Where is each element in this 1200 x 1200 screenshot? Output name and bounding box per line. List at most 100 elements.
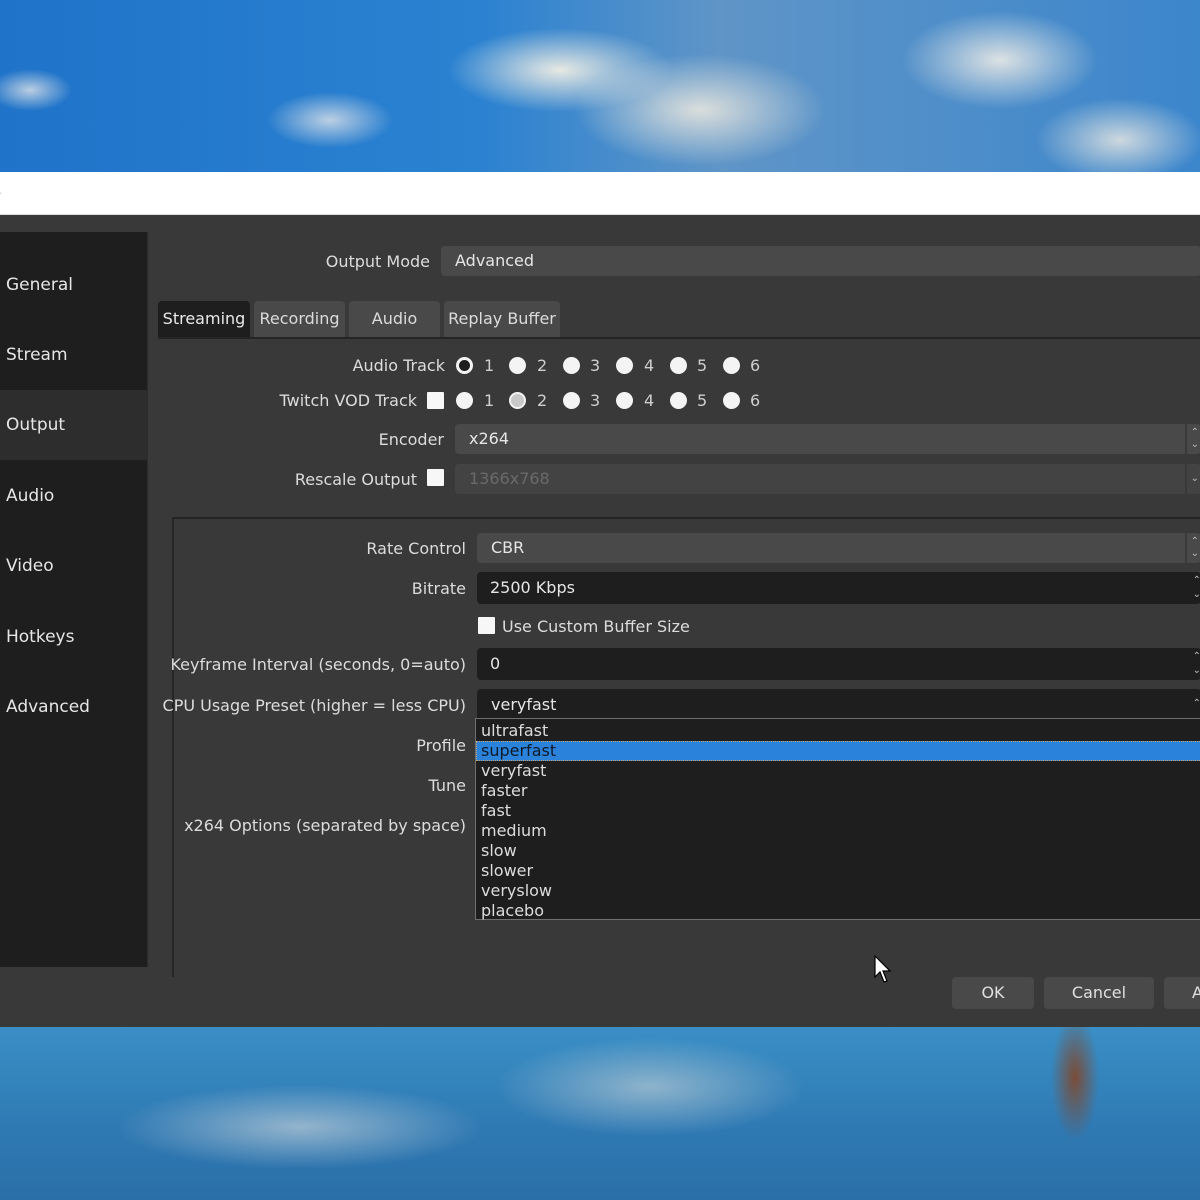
settings-sidebar: General Stream Output Audio Video Hotkey… <box>0 232 148 967</box>
twitch-vod-track-label: Twitch VOD Track <box>279 391 417 410</box>
vod-track-radio-4[interactable] <box>616 392 633 409</box>
sidebar-item-label: Stream <box>6 345 68 365</box>
dropdown-option-placebo[interactable]: placebo <box>476 901 1200 921</box>
custom-buffer-label: Use Custom Buffer Size <box>502 617 690 636</box>
keyframe-interval-value: 0 <box>490 654 501 673</box>
rescale-output-label: Rescale Output <box>294 470 417 489</box>
encoder-arrows: ⌃ ⌄ <box>1185 424 1200 454</box>
dropdown-option-slow[interactable]: slow <box>476 841 1200 861</box>
audio-track-number: 1 <box>484 356 495 375</box>
tab-replay-buffer[interactable]: Replay Buffer <box>444 301 560 337</box>
profile-label: Profile <box>416 736 466 755</box>
tune-label: Tune <box>428 776 466 795</box>
tab-label: Replay Buffer <box>448 309 556 328</box>
cpu-preset-label: CPU Usage Preset (higher = less CPU) <box>162 696 466 715</box>
tab-label: Audio <box>371 309 418 328</box>
audio-track-radio-1[interactable] <box>456 357 473 374</box>
tab-streaming[interactable]: Streaming <box>158 301 250 337</box>
rate-control-arrows: ⌃ ⌄ <box>1185 533 1200 563</box>
chevron-up-icon: ⌃ <box>1190 427 1199 438</box>
chevron-up-icon: ⌃ <box>1190 536 1199 547</box>
audio-track-number: 3 <box>590 356 601 375</box>
spin-up-icon[interactable]: ⌃ <box>1193 576 1200 586</box>
tab-audio[interactable]: Audio <box>349 301 440 337</box>
chevron-down-icon: ⌄ <box>1190 473 1199 484</box>
dropdown-option-fast[interactable]: fast <box>476 801 1200 821</box>
desktop-wallpaper-top <box>0 0 1200 172</box>
cancel-button[interactable]: Cancel <box>1044 977 1154 1009</box>
spin-down-icon[interactable]: ⌄ <box>1193 666 1200 676</box>
encoder-select[interactable]: x264 ⌃ ⌄ <box>455 424 1200 454</box>
bitrate-value: 2500 Kbps <box>490 578 575 597</box>
tab-divider <box>158 337 1200 339</box>
vod-track-number: 6 <box>750 391 761 410</box>
chevron-up-icon: ⌃ <box>1192 698 1200 709</box>
output-mode-value: Advanced <box>455 251 535 270</box>
audio-track-number: 4 <box>644 356 655 375</box>
dropdown-option-veryfast[interactable]: veryfast <box>476 761 1200 781</box>
rescale-output-checkbox[interactable] <box>427 469 444 486</box>
audio-track-radio-6[interactable] <box>723 357 740 374</box>
custom-buffer-checkbox[interactable] <box>478 617 495 634</box>
sidebar-item-hotkeys[interactable]: Hotkeys <box>0 602 147 672</box>
rescale-resolution-value: 1366x768 <box>469 469 550 488</box>
vod-track-number: 2 <box>537 391 548 410</box>
keyframe-interval-spinbox[interactable]: 0 ⌃ ⌄ <box>477 648 1200 680</box>
output-mode-label: Output Mode <box>325 252 430 271</box>
rate-control-label: Rate Control <box>366 539 466 558</box>
vod-track-radio-6[interactable] <box>723 392 740 409</box>
vod-track-radio-3[interactable] <box>563 392 580 409</box>
encoder-label: Encoder <box>378 430 444 449</box>
rate-control-select[interactable]: CBR ⌃ ⌄ <box>477 533 1200 563</box>
sidebar-item-advanced[interactable]: Advanced <box>0 672 147 742</box>
vod-track-radio-2[interactable] <box>509 392 526 409</box>
output-mode-select[interactable]: Advanced <box>441 246 1200 276</box>
vod-track-radio-5[interactable] <box>670 392 687 409</box>
spin-up-icon[interactable]: ⌃ <box>1193 652 1200 662</box>
sidebar-item-audio[interactable]: Audio <box>0 461 147 531</box>
audio-track-radio-5[interactable] <box>670 357 687 374</box>
audio-track-radio-3[interactable] <box>563 357 580 374</box>
settings-window: General Stream Output Audio Video Hotkey… <box>0 215 1200 1027</box>
audio-track-radio-4[interactable] <box>616 357 633 374</box>
dropdown-option-veryslow[interactable]: veryslow <box>476 881 1200 901</box>
encoder-value: x264 <box>469 429 510 448</box>
sidebar-item-general[interactable]: General <box>0 250 147 320</box>
dropdown-option-superfast[interactable]: superfast <box>476 741 1200 761</box>
vod-track-number: 5 <box>697 391 708 410</box>
sidebar-item-label: General <box>6 275 73 295</box>
rescale-resolution-select: 1366x768 ⌄ <box>455 464 1200 494</box>
vod-track-radio-1[interactable] <box>456 392 473 409</box>
sidebar-item-video[interactable]: Video <box>0 531 147 601</box>
audio-track-number: 2 <box>537 356 548 375</box>
cpu-preset-select[interactable]: veryfast ⌃ <box>477 689 1200 721</box>
bitrate-spinbox[interactable]: 2500 Kbps ⌃ ⌄ <box>477 572 1200 604</box>
dropdown-option-ultrafast[interactable]: ultrafast <box>476 721 1200 741</box>
dropdown-option-faster[interactable]: faster <box>476 781 1200 801</box>
cpu-preset-dropdown-list: ultrafast superfast veryfast faster fast… <box>475 718 1200 920</box>
audio-track-label: Audio Track <box>352 356 445 375</box>
x264-options-label: x264 Options (separated by space) <box>184 816 466 835</box>
window-titlebar[interactable]: ings <box>0 172 1200 215</box>
rescale-arrows: ⌄ <box>1185 464 1200 494</box>
dropdown-option-medium[interactable]: medium <box>476 821 1200 841</box>
cpu-preset-value: veryfast <box>491 695 557 714</box>
tab-recording[interactable]: Recording <box>254 301 345 337</box>
audio-track-radio-2[interactable] <box>509 357 526 374</box>
twitch-vod-track-checkbox[interactable] <box>427 392 444 409</box>
vod-track-number: 1 <box>484 391 495 410</box>
dropdown-option-slower[interactable]: slower <box>476 861 1200 881</box>
sidebar-item-stream[interactable]: Stream <box>0 320 147 390</box>
rate-control-value: CBR <box>491 538 525 557</box>
apply-button[interactable]: A <box>1164 977 1200 1009</box>
desktop-wallpaper-bottom <box>0 1027 1200 1200</box>
mouse-cursor-icon <box>874 955 892 983</box>
spin-down-icon[interactable]: ⌄ <box>1193 590 1200 600</box>
sidebar-item-label: Advanced <box>6 697 90 717</box>
sidebar-item-label: Hotkeys <box>6 627 75 647</box>
keyframe-interval-label: Keyframe Interval (seconds, 0=auto) <box>170 655 466 674</box>
ok-button[interactable]: OK <box>952 977 1034 1009</box>
sidebar-item-label: Video <box>6 556 54 576</box>
sidebar-item-output[interactable]: Output <box>0 390 147 460</box>
chevron-down-icon: ⌄ <box>1190 548 1199 559</box>
